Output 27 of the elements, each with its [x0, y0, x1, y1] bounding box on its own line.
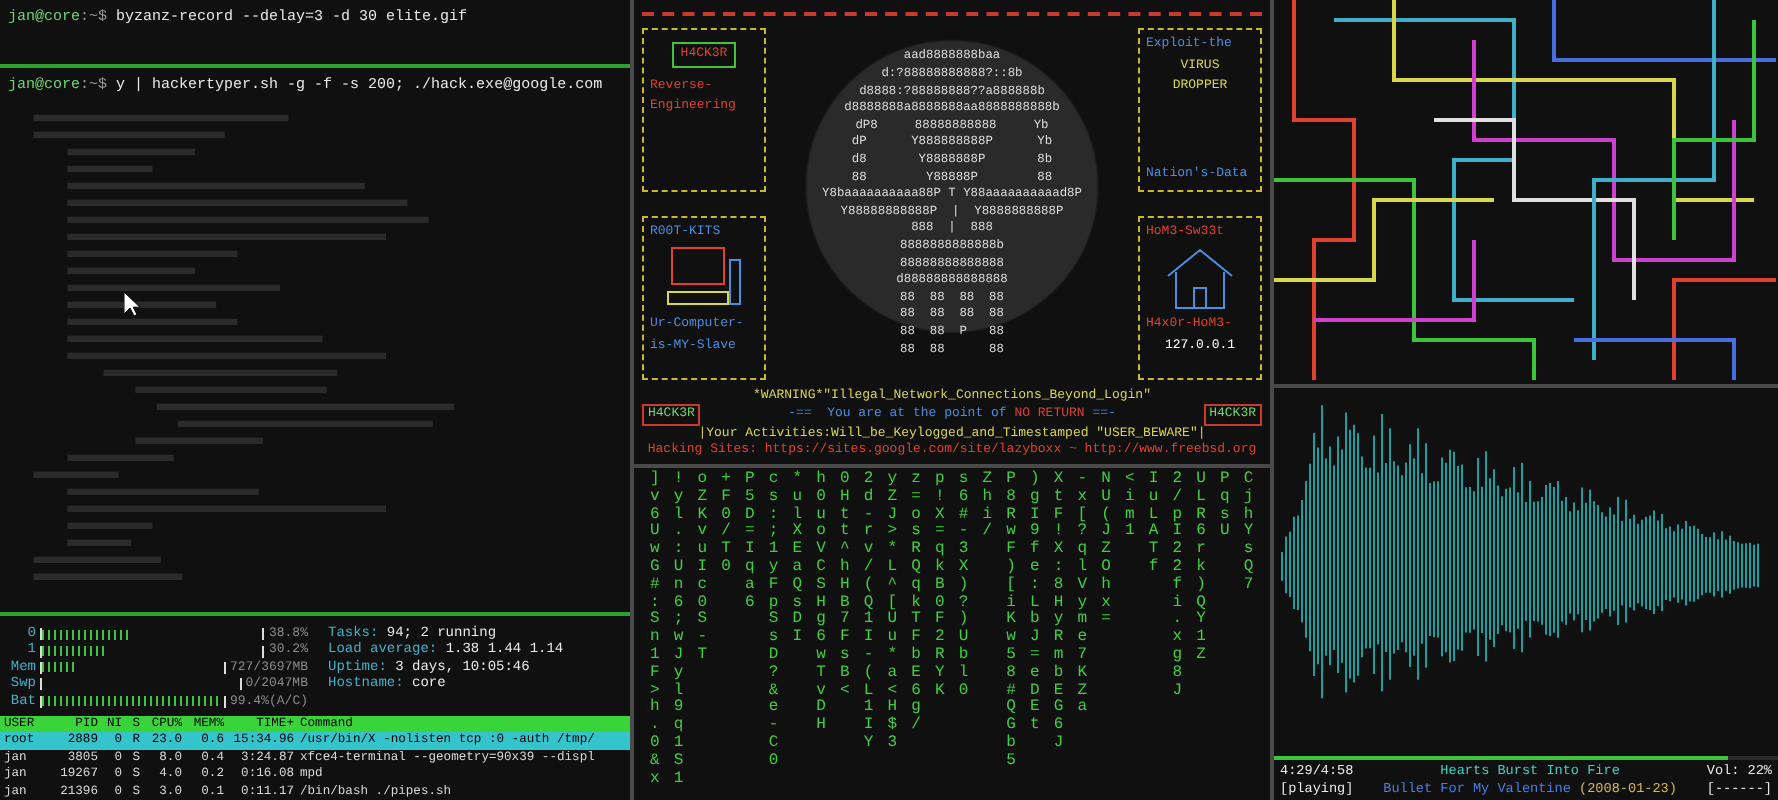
- matrix-rain-column: NU(JZOhx=: [1101, 472, 1111, 631]
- matrix-rain-column: IuLATf: [1148, 472, 1159, 578]
- matrix-rain-column: <im1: [1125, 472, 1135, 543]
- matrix-rain-column: h0uoVCSHg6wTvDH: [816, 472, 826, 736]
- matrix-rain-column: 2/pI22fi.xg8J: [1172, 472, 1183, 701]
- matrix-rain-column: )gI9fe:LbJ=eDEt: [1030, 472, 1040, 736]
- matrix-rain-column: ]v6UwG#:Sn1F>h.0&x: [650, 472, 660, 789]
- matrix-rain-column: *ulXEaQsDI: [792, 472, 803, 648]
- matrix-rain-column: !yl.:Un6;wJyl9q1S1: [673, 472, 684, 789]
- matrix-rain-column: oZKvuIc0S-T: [697, 472, 708, 666]
- matrix-rain-column: 2d-rv/(Q1I-(L1IY: [863, 472, 874, 754]
- matrix-rain-column: CjhYsQ7: [1243, 472, 1254, 596]
- matrix-rain-column: P8RwF)[iKw58#QGb5: [1006, 472, 1016, 772]
- matrix-rain-column: XtF!X:8HyRmbEG6J: [1053, 472, 1064, 754]
- matrix-rain-column: yZJ>*L^[Uu*a<H$3: [887, 472, 898, 754]
- matrix-rain-column: z=osRQqkTFbE6g/: [911, 472, 921, 736]
- matrix-rain-column: cs:;1yFpSsD?&e-C0: [768, 472, 779, 772]
- matrix-rain-column: +F0/T0: [721, 472, 731, 578]
- matrix-rain-column: ULR6rk)QY1Z: [1196, 472, 1206, 666]
- mouse-pointer-icon: [124, 292, 140, 316]
- matrix-rain-column: s6#-3X)?)Ubl0: [958, 472, 969, 701]
- matrix-rain-column: -x[?qlVyme7KZa: [1077, 472, 1088, 719]
- matrix-rain-column: p!X=qkB0F2RYK: [935, 472, 945, 701]
- matrix-rain-column: 0Htt^hHB7FsB<: [840, 472, 850, 701]
- matrix-rain-column: Zhi/: [982, 472, 993, 543]
- matrix-rain-column: P5D=Iqa6: [745, 472, 755, 613]
- matrix-rain-column: PqsU: [1220, 472, 1230, 543]
